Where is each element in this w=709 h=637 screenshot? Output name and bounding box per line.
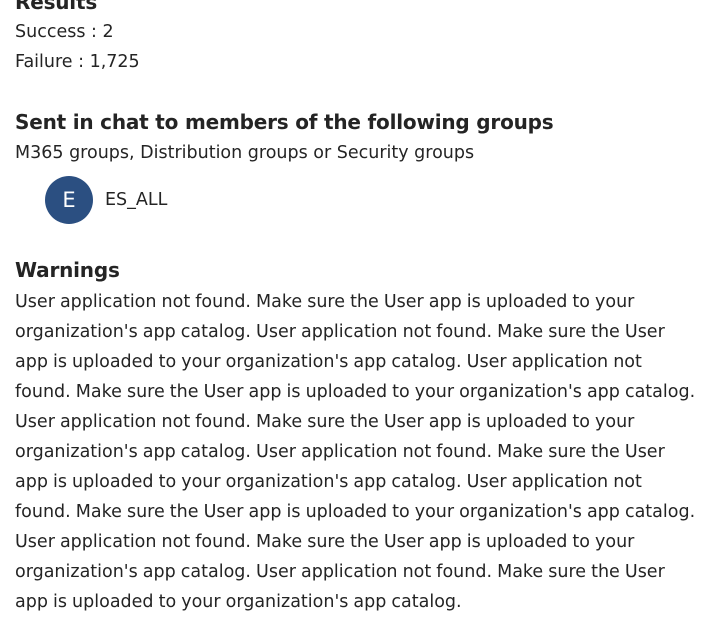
group-item: E ES_ALL <box>45 176 703 224</box>
group-name: ES_ALL <box>105 190 168 210</box>
results-heading: Results <box>15 0 98 14</box>
failure-count: Failure : 1,725 <box>15 52 140 72</box>
results-panel: Results Success : 2 Failure : 1,725 Sent… <box>15 0 703 635</box>
warnings-text: User application not found. Make sure th… <box>15 292 696 612</box>
warnings-heading: Warnings <box>15 258 120 282</box>
groups-heading: Sent in chat to members of the following… <box>15 110 554 134</box>
group-avatar: E <box>45 176 93 224</box>
results-summary: Success : 2 Failure : 1,725 <box>15 17 703 77</box>
groups-subtitle: M365 groups, Distribution groups or Secu… <box>15 143 475 163</box>
success-count: Success : 2 <box>15 22 114 42</box>
